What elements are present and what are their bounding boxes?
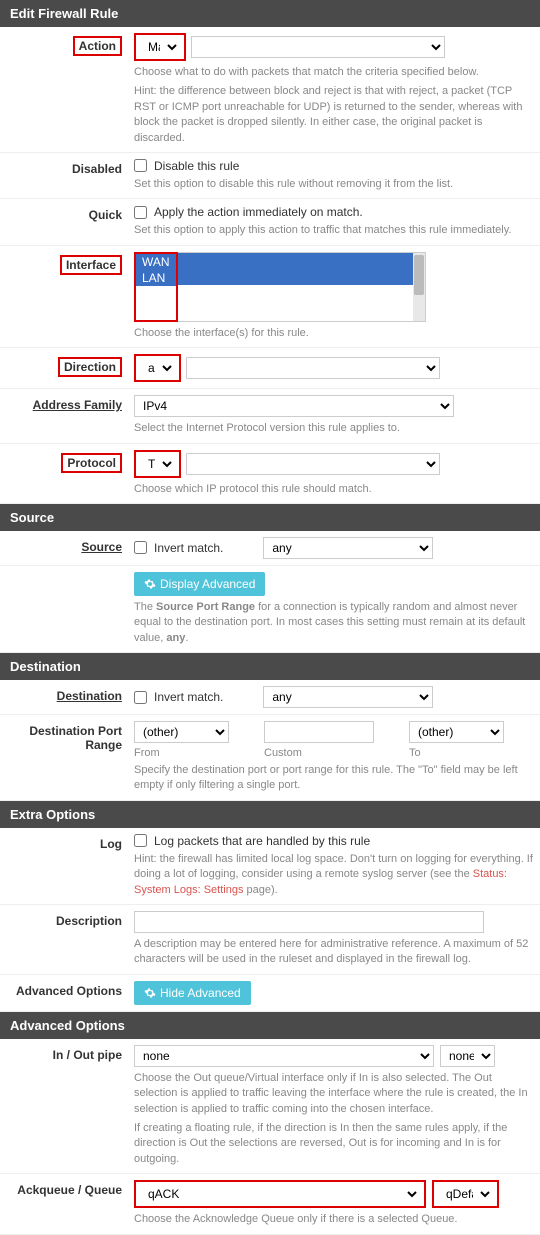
dest-to-select[interactable]: (other) — [409, 721, 504, 743]
quick-checkbox[interactable] — [134, 206, 147, 219]
quick-label: Quick — [4, 205, 134, 222]
dest-port-label: Destination Port Range — [4, 721, 134, 752]
direction-label: Direction — [4, 354, 134, 377]
action-select-wide[interactable] — [191, 36, 445, 58]
interface-label: Interface — [4, 252, 134, 275]
custom-label: Custom — [264, 747, 374, 759]
protocol-select[interactable]: TCP — [140, 453, 175, 475]
log-hint: Hint: the firewall has limited local log… — [134, 852, 536, 898]
dest-from-select[interactable]: (other) — [134, 721, 229, 743]
description-label: Description — [4, 911, 134, 928]
destination-header: Destination — [0, 653, 540, 680]
to-label: To — [409, 747, 504, 759]
protocol-select-wide[interactable] — [186, 453, 440, 475]
ack-hint: Choose the Acknowledge Queue only if the… — [134, 1212, 536, 1227]
disabled-cb-label: Disable this rule — [154, 159, 239, 173]
interface-hint: Choose the interface(s) for this rule. — [134, 326, 536, 341]
ackqueue-select[interactable]: qACK — [140, 1183, 420, 1205]
interface-wifi[interactable]: WIFI — [178, 285, 425, 301]
pipe-hint2: If creating a floating rule, if the dire… — [134, 1121, 536, 1167]
destination-label: Destination — [4, 686, 134, 703]
addrfam-label: Address Family — [4, 395, 134, 412]
pipe-hint: Choose the Out queue/Virtual interface o… — [134, 1071, 536, 1117]
hide-advanced-button[interactable]: Hide Advanced — [134, 981, 251, 1005]
gear-icon — [144, 987, 156, 999]
display-advanced-button[interactable]: Display Advanced — [134, 572, 265, 596]
advopt-label: Advanced Options — [4, 981, 134, 998]
action-label: Action — [4, 33, 134, 56]
source-hint: The Source Port Range for a connection i… — [134, 600, 536, 646]
description-input[interactable] — [134, 911, 484, 933]
extra-header: Extra Options — [0, 801, 540, 828]
action-hint2: Hint: the difference between block and r… — [134, 84, 536, 146]
quick-hint: Set this option to apply this action to … — [134, 223, 536, 238]
ack-label: Ackqueue / Queue — [4, 1180, 134, 1197]
from-label: From — [134, 747, 229, 759]
description-hint: A description may be entered here for ad… — [134, 937, 536, 968]
pipe-out-select[interactable]: none — [440, 1045, 495, 1067]
dest-port-hint: Specify the destination port or port ran… — [134, 763, 536, 794]
interface-scrollbar[interactable] — [413, 253, 425, 321]
source-invert-checkbox[interactable] — [134, 541, 147, 554]
dest-invert-label: Invert match. — [154, 690, 223, 704]
log-label: Log — [4, 834, 134, 851]
log-cb-label: Log packets that are handled by this rul… — [154, 834, 370, 848]
source-invert-label: Invert match. — [154, 541, 223, 555]
source-label: Source — [4, 537, 134, 554]
disabled-checkbox[interactable] — [134, 159, 147, 172]
addrfam-hint: Select the Internet Protocol version thi… — [134, 421, 536, 436]
interface-wan[interactable]: WAN — [136, 254, 176, 270]
addrfam-select[interactable]: IPv4 — [134, 395, 454, 417]
action-hint: Choose what to do with packets that matc… — [134, 65, 536, 80]
source-header: Source — [0, 504, 540, 531]
action-select[interactable]: Match — [140, 36, 180, 58]
disabled-label: Disabled — [4, 159, 134, 176]
interface-lan[interactable]: LAN — [136, 270, 176, 286]
interface-opt2[interactable]: OPT2 — [178, 301, 425, 317]
page-title: Edit Firewall Rule — [0, 0, 540, 27]
protocol-hint: Choose which IP protocol this rule shoul… — [134, 482, 536, 497]
direction-select-wide[interactable] — [186, 357, 440, 379]
interface-listbox[interactable]: WIFI OPT2 — [178, 252, 426, 322]
dest-any-select[interactable]: any — [263, 686, 433, 708]
quick-cb-label: Apply the action immediately on match. — [154, 205, 363, 219]
pipe-label: In / Out pipe — [4, 1045, 134, 1062]
interface-listbox-highlight: WAN LAN — [136, 254, 176, 286]
protocol-label: Protocol — [4, 450, 134, 473]
source-any-select[interactable]: any — [263, 537, 433, 559]
queue-select[interactable]: qDefaut — [438, 1183, 493, 1205]
dest-invert-checkbox[interactable] — [134, 691, 147, 704]
log-checkbox[interactable] — [134, 834, 147, 847]
pipe-in-select[interactable]: none — [134, 1045, 434, 1067]
disabled-hint: Set this option to disable this rule wit… — [134, 177, 536, 192]
advanced-header: Advanced Options — [0, 1012, 540, 1039]
dest-custom-input[interactable] — [264, 721, 374, 743]
direction-select[interactable]: any — [140, 357, 175, 379]
gear-icon — [144, 578, 156, 590]
